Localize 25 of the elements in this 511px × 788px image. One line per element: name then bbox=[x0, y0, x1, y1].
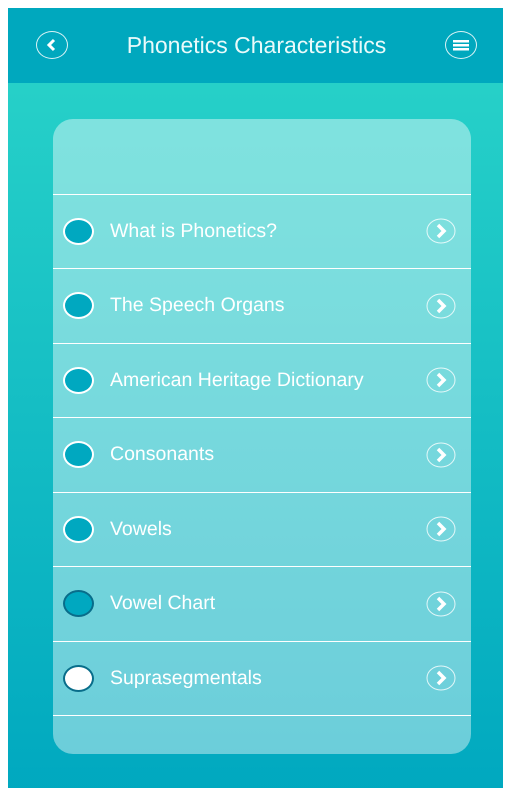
chevron-icon bbox=[426, 516, 456, 542]
topic-item[interactable]: Vowels bbox=[53, 492, 471, 567]
chevron-icon bbox=[426, 665, 456, 692]
chevron-icon bbox=[426, 590, 456, 617]
menu-button[interactable] bbox=[445, 31, 477, 60]
topic-item[interactable]: The Speech Organs bbox=[53, 269, 471, 344]
topic-label: Vowel Chart bbox=[110, 592, 216, 616]
topic-label: The Speech Organs bbox=[110, 294, 286, 318]
back-button[interactable] bbox=[36, 31, 68, 60]
topic-item[interactable]: American Heritage Dictionary bbox=[53, 344, 471, 418]
chevron-icon bbox=[426, 292, 456, 319]
screen-title: Phonetics Characteristics bbox=[126, 32, 386, 59]
topic-item[interactable]: Suprasegmentals bbox=[53, 642, 471, 716]
topic-label: Vowels bbox=[110, 518, 173, 541]
topic-label: Consonants bbox=[110, 443, 216, 466]
chevron-icon bbox=[426, 442, 456, 468]
menu-icon bbox=[453, 39, 469, 52]
chevron-icon bbox=[426, 218, 456, 244]
topic-item[interactable]: Vowel Chart bbox=[53, 567, 471, 642]
topic-item[interactable]: Consonants bbox=[53, 418, 471, 492]
topic-label: What is Phonetics? bbox=[110, 220, 278, 243]
chevron-icon bbox=[426, 367, 456, 394]
topic-item[interactable]: What is Phonetics? bbox=[53, 194, 471, 269]
topic-label: American Heritage Dictionary bbox=[110, 368, 365, 392]
topic-label: Suprasegmentals bbox=[110, 666, 263, 690]
